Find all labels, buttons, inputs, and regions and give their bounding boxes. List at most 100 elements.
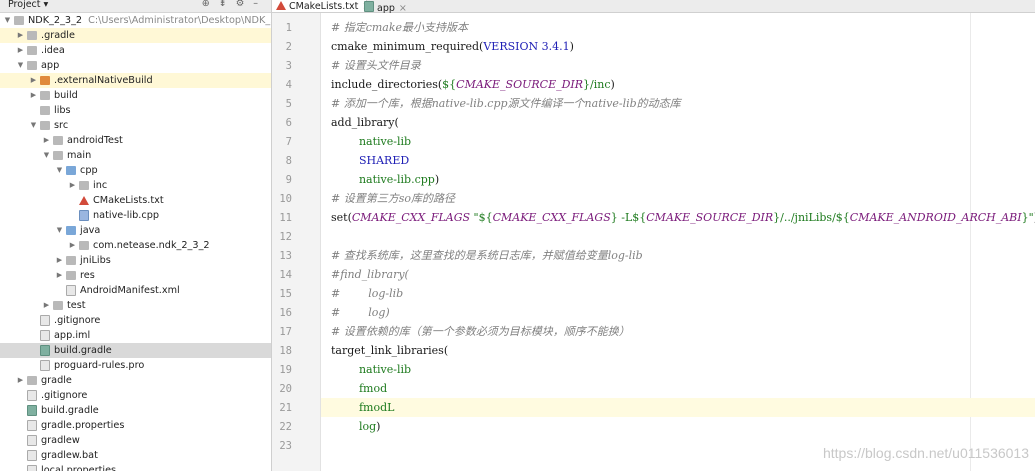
tree-item-label: app bbox=[41, 60, 60, 71]
tree-item[interactable]: local.properties bbox=[0, 463, 271, 471]
code-line[interactable]: native-lib.cpp) bbox=[321, 170, 1035, 189]
tree-item[interactable]: gradlew bbox=[0, 433, 271, 448]
tree-item[interactable]: ▼ src bbox=[0, 118, 271, 133]
tree-item[interactable]: ▶ inc bbox=[0, 178, 271, 193]
tree-item[interactable]: ▶ .externalNativeBuild bbox=[0, 73, 271, 88]
code-line[interactable]: # log) bbox=[321, 303, 1035, 322]
code-line[interactable]: SHARED bbox=[321, 151, 1035, 170]
expanded-arrow-icon[interactable]: ▼ bbox=[29, 118, 38, 133]
minimize-icon[interactable]: – bbox=[253, 0, 267, 9]
line-number: 14 bbox=[279, 269, 292, 281]
code-line[interactable]: native-lib bbox=[321, 132, 1035, 151]
expanded-arrow-icon[interactable]: ▼ bbox=[55, 223, 64, 238]
tree-item[interactable]: libs bbox=[0, 103, 271, 118]
tree-item[interactable]: CMakeLists.txt bbox=[0, 193, 271, 208]
folder-icon bbox=[66, 256, 76, 265]
code-line[interactable]: fmod bbox=[321, 379, 1035, 398]
collapsed-arrow-icon[interactable]: ▶ bbox=[42, 298, 51, 313]
editor-tab-bar: CMakeLists.txt× app× bbox=[272, 0, 1035, 14]
project-view-selector[interactable]: Project ▾ bbox=[8, 0, 48, 10]
tree-item[interactable]: build.gradle bbox=[0, 403, 271, 418]
code-line[interactable]: cmake_minimum_required(VERSION 3.4.1) bbox=[321, 37, 1035, 56]
tree-item[interactable]: ▶ res bbox=[0, 268, 271, 283]
file-icon bbox=[40, 315, 50, 326]
tree-item[interactable]: gradle.properties bbox=[0, 418, 271, 433]
tree-item[interactable]: ▶ androidTest bbox=[0, 133, 271, 148]
code-line[interactable]: log) bbox=[321, 417, 1035, 436]
tree-item[interactable]: ▶ gradle bbox=[0, 373, 271, 388]
tree-item[interactable]: ▶ com.netease.ndk_2_3_2 bbox=[0, 238, 271, 253]
tree-item[interactable]: ▶ test bbox=[0, 298, 271, 313]
tree-item-label: gradle bbox=[41, 375, 72, 386]
tree-item[interactable]: ▼ main bbox=[0, 148, 271, 163]
collapsed-arrow-icon[interactable]: ▶ bbox=[68, 238, 77, 253]
collapsed-arrow-icon[interactable]: ▶ bbox=[16, 373, 25, 388]
tree-item-label: .externalNativeBuild bbox=[54, 75, 153, 86]
code-token: VERSION 3.4.1 bbox=[483, 40, 570, 53]
code-token: include_directories( bbox=[331, 78, 443, 91]
code-line[interactable]: # 设置第三方so库的路径 bbox=[321, 189, 1035, 208]
code-token: cmake_minimum_required( bbox=[331, 40, 484, 53]
collapsed-arrow-icon[interactable]: ▶ bbox=[29, 88, 38, 103]
tree-item[interactable]: ▶ jniLibs bbox=[0, 253, 271, 268]
code-line[interactable]: # log-lib bbox=[321, 284, 1035, 303]
tree-item[interactable]: .gitignore bbox=[0, 388, 271, 403]
line-number: 16 bbox=[279, 307, 292, 319]
code-editor[interactable]: # 指定cmake最小支持版本 cmake_minimum_required(VE… bbox=[321, 13, 1035, 471]
tree-item[interactable]: build.gradle bbox=[0, 343, 271, 358]
line-number: 8 bbox=[285, 155, 292, 167]
code-line[interactable]: target_link_libraries( bbox=[321, 341, 1035, 360]
collapsed-arrow-icon[interactable]: ▶ bbox=[68, 178, 77, 193]
code-token: set( bbox=[331, 211, 352, 224]
tree-item[interactable]: ▶ .gradle bbox=[0, 28, 271, 43]
folder-icon bbox=[40, 121, 50, 130]
code-line[interactable]: # 查找系统库，这里查找的是系统日志库，并赋值给变量log-lib bbox=[321, 246, 1035, 265]
code-line[interactable]: add_library( bbox=[321, 113, 1035, 132]
tree-item[interactable]: ▼ cpp bbox=[0, 163, 271, 178]
collapsed-arrow-icon[interactable]: ▶ bbox=[55, 253, 64, 268]
code-line[interactable]: # 添加一个库，根据native-lib.cpp源文件编译一个native-li… bbox=[321, 94, 1035, 113]
tree-item-label: java bbox=[80, 225, 101, 236]
code-line[interactable]: # 设置头文件目录 bbox=[321, 56, 1035, 75]
gear-icon[interactable]: ⚙ bbox=[236, 0, 254, 9]
tree-item[interactable]: ▶ build bbox=[0, 88, 271, 103]
code-line[interactable]: fmodL bbox=[321, 398, 1035, 417]
expanded-arrow-icon[interactable]: ▼ bbox=[16, 58, 25, 73]
code-line[interactable]: # 设置依赖的库（第一个参数必须为目标模块，顺序不能换） bbox=[321, 322, 1035, 341]
collapsed-arrow-icon[interactable]: ▶ bbox=[16, 43, 25, 58]
tab-cmakelists[interactable]: CMakeLists.txt× bbox=[272, 0, 370, 12]
tree-item[interactable]: .gitignore bbox=[0, 313, 271, 328]
gradle-icon bbox=[40, 345, 50, 356]
tree-item[interactable]: gradlew.bat bbox=[0, 448, 271, 463]
code-line[interactable]: native-lib bbox=[321, 360, 1035, 379]
code-line[interactable]: #find_library( bbox=[321, 265, 1035, 284]
tree-item[interactable]: app.iml bbox=[0, 328, 271, 343]
tab-app[interactable]: app × bbox=[360, 0, 416, 14]
collapsed-arrow-icon[interactable]: ▶ bbox=[42, 133, 51, 148]
expanded-arrow-icon[interactable]: ▼ bbox=[55, 163, 64, 178]
code-line[interactable] bbox=[321, 227, 1035, 246]
collapse-icon[interactable]: ⇟ bbox=[219, 0, 236, 9]
collapsed-arrow-icon[interactable]: ▶ bbox=[29, 73, 38, 88]
tree-item-label: gradlew.bat bbox=[41, 450, 98, 461]
tree-item[interactable]: ▼ NDK_2_3_2 C:\Users\Administrator\Desktop… bbox=[0, 13, 271, 28]
tree-item[interactable]: proguard-rules.pro bbox=[0, 358, 271, 373]
line-number: 4 bbox=[285, 79, 292, 91]
locate-icon[interactable]: ⊕ bbox=[202, 0, 219, 9]
tree-item[interactable]: ▶ .idea bbox=[0, 43, 271, 58]
expanded-arrow-icon[interactable]: ▼ bbox=[3, 13, 12, 28]
collapsed-arrow-icon[interactable]: ▶ bbox=[16, 28, 25, 43]
tree-item-label: jniLibs bbox=[80, 255, 111, 266]
tree-item[interactable]: ▼ app bbox=[0, 58, 271, 73]
tree-item[interactable]: native-lib.cpp bbox=[0, 208, 271, 223]
expanded-arrow-icon[interactable]: ▼ bbox=[42, 148, 51, 163]
code-line[interactable]: # 指定cmake最小支持版本 bbox=[321, 18, 1035, 37]
tree-item-label: libs bbox=[54, 105, 71, 116]
line-number: 2 bbox=[285, 41, 292, 53]
code-line[interactable]: set(CMAKE_CXX_FLAGS "${CMAKE_CXX_FLAGS} … bbox=[321, 208, 1035, 227]
code-line[interactable]: include_directories(${CMAKE_SOURCE_DIR}/… bbox=[321, 75, 1035, 94]
tree-item[interactable]: ▼ java bbox=[0, 223, 271, 238]
code-token: native-lib bbox=[331, 135, 412, 148]
tree-item[interactable]: AndroidManifest.xml bbox=[0, 283, 271, 298]
collapsed-arrow-icon[interactable]: ▶ bbox=[55, 268, 64, 283]
